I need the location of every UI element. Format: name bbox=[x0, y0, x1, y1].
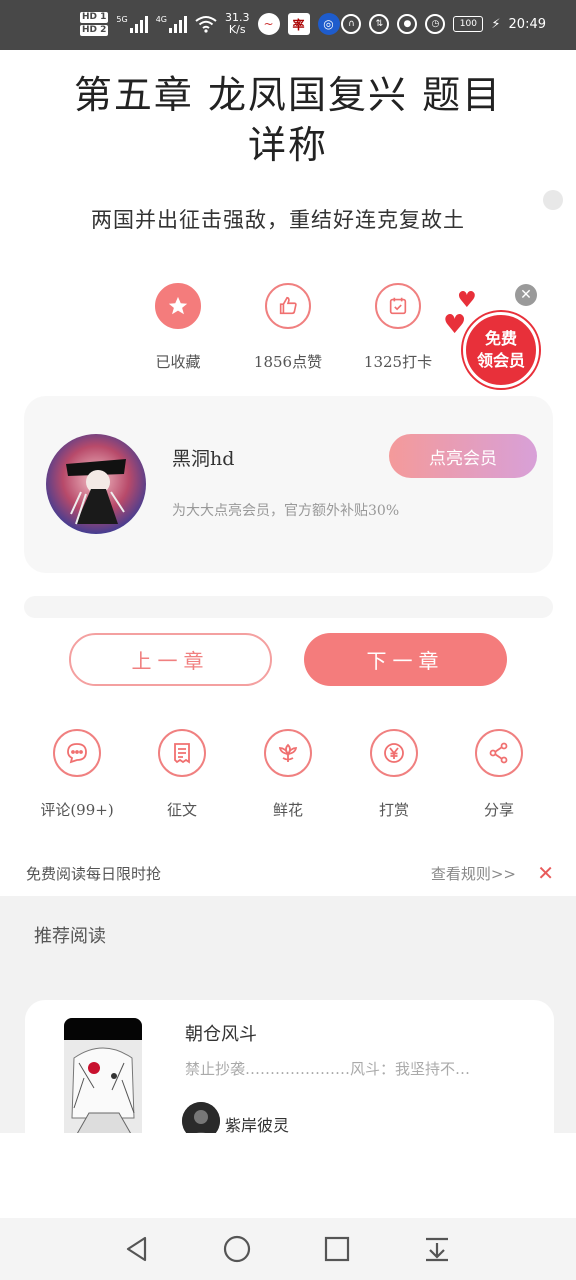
notification-pulldown-icon[interactable] bbox=[420, 1232, 454, 1266]
flower-icon bbox=[264, 729, 312, 777]
free-vip-circle: 免费 领会员 bbox=[463, 312, 539, 388]
reward-label: 打赏 bbox=[378, 801, 409, 819]
book-card[interactable]: 朝仓风斗 禁止抄袭…………………风斗：我坚持不… 紫岸彼灵 bbox=[25, 1000, 554, 1133]
app-notification-icon-2: 率 bbox=[287, 13, 310, 35]
system-nav-bar bbox=[0, 1218, 576, 1280]
hd1-label: HD 1 bbox=[80, 12, 109, 23]
free-read-text: 免费阅读每日限时抢 bbox=[26, 865, 162, 883]
net2-label: 4G bbox=[155, 15, 167, 24]
comment-label: 评论(99+) bbox=[40, 801, 114, 819]
view-rules-link[interactable]: 查看规则>> bbox=[431, 863, 516, 884]
light-up-vip-button[interactable]: 点亮会员 bbox=[389, 434, 537, 478]
free-read-strip: 免费阅读每日限时抢 查看规则>> ✕ bbox=[0, 855, 576, 895]
like-count-label: 1856点赞 bbox=[253, 353, 323, 371]
hd2-label: HD 2 bbox=[80, 25, 109, 36]
book-cover[interactable] bbox=[64, 1018, 142, 1133]
vip-line1: 免费 bbox=[484, 329, 517, 348]
like-button[interactable]: 1856点赞 bbox=[233, 283, 343, 372]
chapter-title-line1: 第五章 龙凤国复兴 题目 bbox=[73, 73, 503, 117]
author-avatar[interactable] bbox=[46, 434, 146, 534]
essay-label: 征文 bbox=[166, 801, 197, 819]
thumbs-up-icon bbox=[265, 283, 311, 329]
vip-line2: 领会员 bbox=[476, 351, 525, 370]
wifi-icon bbox=[195, 16, 217, 33]
recents-icon[interactable] bbox=[320, 1232, 354, 1266]
calendar-check-icon bbox=[375, 283, 421, 329]
status-bar: HD 1 HD 2 5G 4G 31.3 K/s ~ 率 ◎ ∩ ⇅ ● ◷ 1… bbox=[0, 0, 576, 50]
alarm-icon: ◷ bbox=[425, 14, 446, 34]
author-desc: 为大大点亮会员，官方额外补贴30% bbox=[172, 503, 400, 519]
battery-icon: 100 bbox=[453, 16, 484, 32]
favorite-button[interactable]: 已收藏 bbox=[123, 283, 233, 372]
share-label: 分享 bbox=[483, 801, 514, 819]
headset-icon: ∩ bbox=[341, 14, 362, 34]
data-saver-icon: ⇅ bbox=[369, 14, 390, 34]
close-icon[interactable]: ✕ bbox=[537, 861, 554, 885]
clock: 20:49 bbox=[508, 16, 546, 32]
book-author-avatar[interactable] bbox=[182, 1102, 220, 1133]
progress-bar bbox=[24, 596, 553, 618]
battery-level: 100 bbox=[459, 19, 477, 29]
essay-icon bbox=[158, 729, 206, 777]
network-speed: 31.3 K/s bbox=[225, 12, 250, 36]
charging-icon: ⚡ bbox=[491, 16, 501, 32]
close-icon[interactable]: ✕ bbox=[515, 284, 537, 306]
recommend-section: 推荐阅读 朝仓风斗 禁止抄袭…………………风斗：我坚持不… 紫岸彼灵 bbox=[0, 896, 576, 1133]
essay-button[interactable]: 征文 bbox=[132, 729, 232, 820]
recommend-title: 推荐阅读 bbox=[34, 926, 106, 947]
signal-4g-icon: 4G bbox=[156, 15, 187, 33]
reward-icon bbox=[370, 729, 418, 777]
favorite-label: 已收藏 bbox=[155, 353, 201, 371]
flower-label: 鲜花 bbox=[272, 801, 303, 819]
home-icon[interactable] bbox=[220, 1232, 254, 1266]
book-desc: 禁止抄袭…………………风斗：我坚持不… bbox=[185, 1060, 471, 1078]
prev-chapter-button[interactable]: 上一章 bbox=[69, 633, 272, 686]
next-chapter-button[interactable]: 下一章 bbox=[304, 633, 507, 686]
chapter-title: 第五章 龙凤国复兴 题目 详称 bbox=[60, 70, 516, 170]
chapter-subtitle: 两国并出征击强敌，重结好连克复故土 bbox=[91, 208, 465, 232]
book-author[interactable]: 紫岸彼灵 bbox=[225, 1112, 289, 1133]
author-card: 黑洞hd 点亮会员 为大大点亮会员，官方额外补贴30% bbox=[24, 396, 553, 573]
hd-indicator: HD 1 HD 2 bbox=[80, 12, 109, 36]
chapter-title-line2: 详称 bbox=[247, 123, 328, 167]
share-icon bbox=[475, 729, 523, 777]
eye-comfort-icon: ● bbox=[397, 14, 418, 34]
scroll-indicator[interactable] bbox=[543, 190, 563, 210]
back-icon[interactable] bbox=[120, 1232, 154, 1266]
star-icon bbox=[155, 283, 201, 329]
comment-icon bbox=[53, 729, 101, 777]
net1-label: 5G bbox=[116, 15, 128, 24]
book-title[interactable]: 朝仓风斗 bbox=[185, 1020, 257, 1046]
flower-button[interactable]: 鲜花 bbox=[238, 729, 338, 820]
app-notification-icon: ~ bbox=[257, 13, 280, 35]
signal-5g-icon: 5G bbox=[116, 15, 148, 33]
app-icon-2-label: 率 bbox=[292, 17, 305, 32]
bulb-app-icon: ◎ bbox=[317, 13, 340, 35]
checkin-count-label: 1325打卡 bbox=[363, 353, 433, 371]
share-button[interactable]: 分享 bbox=[449, 729, 549, 820]
heart-icon: ♥ bbox=[443, 310, 467, 340]
checkin-button[interactable]: 1325打卡 bbox=[343, 283, 453, 372]
reward-button[interactable]: 打赏 bbox=[344, 729, 444, 820]
speed-unit: K/s bbox=[228, 23, 246, 36]
author-name[interactable]: 黑洞hd bbox=[172, 444, 234, 471]
comment-button[interactable]: 评论(99+) bbox=[27, 729, 127, 820]
